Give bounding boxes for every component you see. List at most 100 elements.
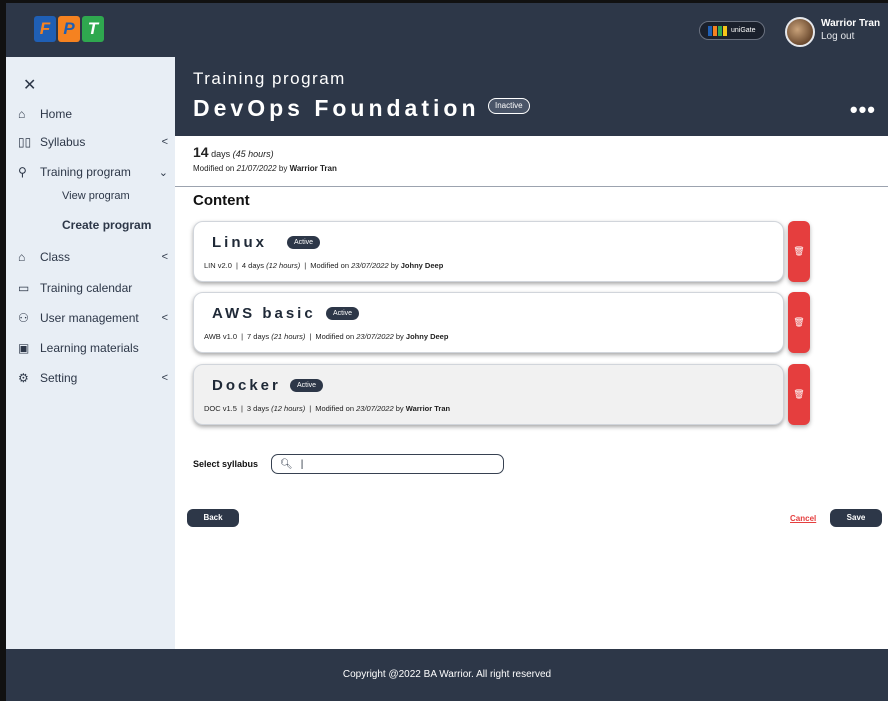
sidebar-item-class[interactable]: ⌂ Class < <box>18 247 168 267</box>
sidebar-item-label: Syllabus <box>40 135 86 149</box>
gear-icon: ⚙ <box>18 371 29 385</box>
duration-hours: (45 hours) <box>232 149 274 159</box>
card-by-prefix: by <box>390 261 399 270</box>
sidebar-item-label: Setting <box>40 371 78 385</box>
trash-icon: 🗑 <box>793 389 805 399</box>
card-hours: (12 hours) <box>271 404 306 413</box>
card-author: Johny Deep <box>400 261 444 270</box>
card-date: 23/07/2022 <box>356 404 394 413</box>
card-date: 23/07/2022 <box>351 261 389 270</box>
delete-button[interactable]: 🗑 <box>788 292 810 353</box>
program-title-band: Training program DevOps Foundation Inact… <box>175 57 888 136</box>
trash-icon: 🗑 <box>793 246 805 256</box>
chevron-left-icon: < <box>161 372 168 384</box>
syllabus-card-linux[interactable]: Linux Active LIN v2.0 | 4 days (12 hours) |… <box>193 221 784 282</box>
sidebar-item-label: Training calendar <box>40 281 133 295</box>
duration-days: 14 <box>193 144 209 160</box>
modified-by-prefix: by <box>278 164 288 173</box>
program-modified: Modified on 21/07/2022 by Warrior Tran <box>193 164 337 173</box>
book-icon: ▯▯ <box>18 135 32 149</box>
folder-icon: ▣ <box>18 341 30 355</box>
content-heading: Content <box>193 192 250 209</box>
delete-button[interactable]: 🗑 <box>788 221 810 282</box>
sidebar-item-setting[interactable]: ⚙ Setting < <box>18 368 168 388</box>
divider <box>175 186 888 187</box>
modified-prefix: Modified on <box>193 164 235 173</box>
sidebar-item-syllabus[interactable]: ▯▯ Syllabus < <box>18 132 168 152</box>
chevron-left-icon: < <box>161 251 168 263</box>
card-by-prefix: by <box>395 332 404 341</box>
user-avatar[interactable] <box>785 17 815 47</box>
cancel-button[interactable]: Cancel <box>790 514 816 523</box>
card-code: LIN v2.0 <box>204 261 232 270</box>
footer: Copyright @2022 BA Warrior. All right re… <box>6 649 888 701</box>
modified-by: Warrior Tran <box>289 164 337 173</box>
logo-letter-f: F <box>34 16 56 42</box>
card-code: DOC v1.5 <box>204 404 237 413</box>
select-syllabus-label: Select syllabus <box>193 459 259 469</box>
card-modified-prefix: Modified on <box>315 332 355 341</box>
page-section-label: Training program <box>193 69 346 88</box>
logo-letter-p: P <box>58 16 80 42</box>
program-duration: 14 days (45 hours) <box>193 144 274 160</box>
sidebar-item-learning-materials[interactable]: ▣ Learning materials <box>18 338 168 358</box>
calendar-icon: ▭ <box>18 281 30 295</box>
select-syllabus-value: | <box>300 458 304 470</box>
save-button[interactable]: Save <box>830 509 882 527</box>
card-meta: LIN v2.0 | 4 days (12 hours) | Modified on 2… <box>204 261 444 270</box>
sidebar-item-label: Training program <box>40 165 131 179</box>
back-button[interactable]: Back <box>187 509 239 527</box>
chevron-down-icon: ⌄ <box>158 166 168 179</box>
card-meta: AWB v1.0 | 7 days (21 hours) | Modified on 2… <box>204 332 449 341</box>
card-days: 4 days <box>241 261 264 270</box>
syllabus-card-docker[interactable]: Docker Active DOC v1.5 | 3 days (12 hours)… <box>193 364 784 425</box>
sidebar-item-user-management[interactable]: ⚇ User management < <box>18 308 168 328</box>
sidebar-item-label: User management <box>40 311 139 325</box>
close-icon[interactable]: ✕ <box>23 75 36 95</box>
fpt-logo[interactable]: F P T <box>34 16 104 42</box>
logout-link[interactable]: Log out <box>821 31 854 42</box>
card-modified-prefix: Modified on <box>310 261 350 270</box>
microscope-icon: ⚲ <box>18 165 27 179</box>
sidebar: ✕ ⌂ Home ▯▯ Syllabus < ⚲ Training progra… <box>6 57 175 649</box>
more-options-icon[interactable]: ••• <box>850 97 876 123</box>
card-title: Linux <box>212 234 267 251</box>
modified-date: 21/07/2022 <box>236 164 277 173</box>
card-hours: (12 hours) <box>266 261 301 270</box>
graduation-cap-icon: ⌂ <box>18 250 26 264</box>
card-date: 23/07/2022 <box>356 332 394 341</box>
card-title: AWS basic <box>212 305 316 322</box>
users-icon: ⚇ <box>18 311 29 325</box>
program-name: DevOps Foundation <box>193 95 480 121</box>
unigate-button[interactable]: uniGate <box>699 21 765 40</box>
home-icon: ⌂ <box>18 107 26 121</box>
top-header: F P T uniGate Warrior Tran Log out <box>6 3 888 57</box>
status-badge: Active <box>287 236 321 249</box>
chevron-left-icon: < <box>161 136 168 148</box>
unigate-label: uniGate <box>731 27 756 34</box>
card-author: Johny Deep <box>405 332 449 341</box>
sidebar-item-training-calendar[interactable]: ▭ Training calendar <box>18 278 168 298</box>
status-badge: Active <box>326 307 360 320</box>
sidebar-item-training-program[interactable]: ⚲ Training program ⌄ <box>18 162 168 182</box>
select-syllabus-input[interactable]: 🔍︎ | <box>271 454 504 474</box>
card-modified-prefix: Modified on <box>315 404 355 413</box>
card-hours: (21 hours) <box>271 332 306 341</box>
chevron-left-icon: < <box>161 312 168 324</box>
sidebar-item-label: Home <box>40 107 73 121</box>
trash-icon: 🗑 <box>793 317 805 327</box>
sidebar-item-label: Learning materials <box>40 341 139 355</box>
user-name: Warrior Tran <box>821 18 881 29</box>
sidebar-item-home[interactable]: ⌂ Home <box>18 104 168 124</box>
sidebar-subitem-create-program[interactable]: Create program <box>62 218 151 232</box>
card-days: 7 days <box>247 332 270 341</box>
delete-button[interactable]: 🗑 <box>788 364 810 425</box>
logo-letter-t: T <box>82 16 104 42</box>
search-icon: 🔍︎ <box>280 458 293 470</box>
card-author: Warrior Tran <box>405 404 451 413</box>
card-by-prefix: by <box>395 404 404 413</box>
card-meta: DOC v1.5 | 3 days (12 hours) | Modified on 2… <box>204 404 451 413</box>
syllabus-card-aws-basic[interactable]: AWS basic Active AWB v1.0 | 7 days (21 hou… <box>193 292 784 353</box>
status-badge: Active <box>290 379 324 392</box>
sidebar-subitem-view-program[interactable]: View program <box>62 190 130 202</box>
